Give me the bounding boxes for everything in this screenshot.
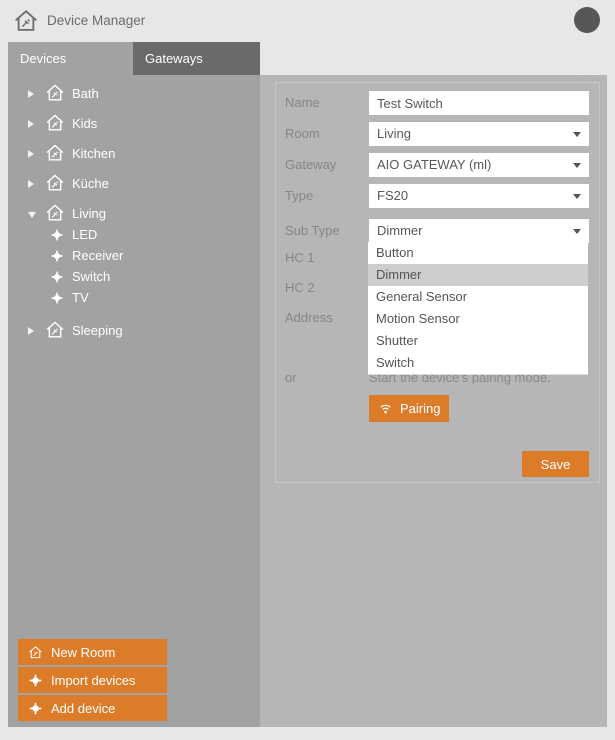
tree-room-bath[interactable]: Bath xyxy=(8,78,260,108)
name-label: Name xyxy=(285,91,320,115)
room-label: Living xyxy=(72,206,106,221)
room-icon xyxy=(45,83,65,103)
sidebar-actions: New Room Import devices Add device xyxy=(18,639,167,723)
pairing-button-label: Pairing xyxy=(400,401,440,416)
tree-device-switch[interactable]: Switch xyxy=(8,266,260,287)
or-label: or xyxy=(285,366,297,390)
gateway-select-value: AIO GATEWAY (ml) xyxy=(377,157,491,172)
subtype-row: Sub Type Dimmer xyxy=(276,219,599,243)
hc2-label: HC 2 xyxy=(285,276,315,300)
tab-devices[interactable]: Devices xyxy=(8,42,133,75)
import-devices-label: Import devices xyxy=(51,673,136,688)
gateway-select[interactable]: AIO GATEWAY (ml) xyxy=(369,153,589,177)
plug-icon xyxy=(28,673,43,688)
plug-icon xyxy=(50,228,64,242)
device-label: Receiver xyxy=(72,248,123,263)
chevron-down-icon xyxy=(573,163,581,168)
tree-device-led[interactable]: LED xyxy=(8,224,260,245)
device-manager-window: Device Manager Devices Gateways Bath Kid… xyxy=(0,0,615,740)
room-label: Kitchen xyxy=(72,146,115,161)
type-select[interactable]: FS20 xyxy=(369,184,589,208)
room-icon xyxy=(45,143,65,163)
device-label: LED xyxy=(72,227,97,242)
window-title: Device Manager xyxy=(47,0,145,42)
room-icon xyxy=(45,173,65,193)
new-room-button[interactable]: New Room xyxy=(18,639,167,665)
subtype-option-button[interactable]: Button xyxy=(368,242,588,264)
room-label: Sleeping xyxy=(72,323,123,338)
save-button[interactable]: Save xyxy=(522,451,589,477)
device-label: Switch xyxy=(72,269,110,284)
chevron-down-icon xyxy=(573,132,581,137)
room-row: Room Living xyxy=(276,122,599,146)
caret-right-icon xyxy=(28,86,38,101)
import-devices-button[interactable]: Import devices xyxy=(18,667,167,693)
tab-bar: Devices Gateways xyxy=(8,42,260,75)
living-devices: LED Receiver Switch TV xyxy=(8,224,260,308)
sidebar: Bath Kids Kitchen Küche Living xyxy=(8,75,260,727)
subtype-option-dimmer[interactable]: Dimmer xyxy=(368,264,588,286)
titlebar: Device Manager xyxy=(0,0,615,42)
room-tree: Bath Kids Kitchen Küche Living xyxy=(8,75,260,345)
caret-right-icon xyxy=(28,176,38,191)
subtype-option-switch[interactable]: Switch xyxy=(368,352,588,374)
name-row: Name xyxy=(276,91,599,115)
room-icon xyxy=(45,320,65,340)
type-row: Type FS20 xyxy=(276,184,599,208)
caret-right-icon xyxy=(28,146,38,161)
device-manager-icon xyxy=(13,8,39,34)
room-label: Room xyxy=(285,122,320,146)
plug-icon xyxy=(50,270,64,284)
room-select-value: Living xyxy=(377,126,411,141)
plug-icon xyxy=(28,701,43,716)
type-label: Type xyxy=(285,184,313,208)
new-room-label: New Room xyxy=(51,645,115,660)
device-form-area: Name Room Living Gateway AIO GATEWAY (ml… xyxy=(260,75,607,727)
device-label: TV xyxy=(72,290,89,305)
tree-room-kitchen[interactable]: Kitchen xyxy=(8,138,260,168)
subtype-option-general-sensor[interactable]: General Sensor xyxy=(368,286,588,308)
gateway-row: Gateway AIO GATEWAY (ml) xyxy=(276,153,599,177)
caret-right-icon xyxy=(28,323,38,338)
room-label: Bath xyxy=(72,86,99,101)
subtype-dropdown-list: Button Dimmer General Sensor Motion Sens… xyxy=(368,242,588,375)
add-device-button[interactable]: Add device xyxy=(18,695,167,721)
subtype-select[interactable]: Dimmer xyxy=(369,219,589,243)
pairing-button[interactable]: Pairing xyxy=(369,395,449,422)
close-button[interactable] xyxy=(574,7,600,33)
room-icon xyxy=(45,203,65,223)
type-select-value: FS20 xyxy=(377,188,408,203)
address-label: Address xyxy=(285,306,333,330)
plug-icon xyxy=(50,291,64,305)
gateway-label: Gateway xyxy=(285,153,336,177)
plug-icon xyxy=(50,249,64,263)
caret-right-icon xyxy=(28,116,38,131)
room-label: Küche xyxy=(72,176,109,191)
add-device-label: Add device xyxy=(51,701,115,716)
hc1-label: HC 1 xyxy=(285,246,315,270)
subtype-option-motion-sensor[interactable]: Motion Sensor xyxy=(368,308,588,330)
caret-down-icon xyxy=(28,206,38,221)
tree-room-sleeping[interactable]: Sleeping xyxy=(8,315,260,345)
wifi-icon xyxy=(378,401,393,416)
room-select[interactable]: Living xyxy=(369,122,589,146)
subtype-option-shutter[interactable]: Shutter xyxy=(368,330,588,352)
chevron-down-icon xyxy=(573,194,581,199)
tree-device-receiver[interactable]: Receiver xyxy=(8,245,260,266)
tree-room-kids[interactable]: Kids xyxy=(8,108,260,138)
subtype-select-value: Dimmer xyxy=(377,223,423,238)
name-input[interactable] xyxy=(369,91,589,115)
tree-room-kueche[interactable]: Küche xyxy=(8,168,260,198)
subtype-label: Sub Type xyxy=(285,219,340,243)
house-icon xyxy=(28,645,43,660)
tab-gateways[interactable]: Gateways xyxy=(133,42,260,75)
room-label: Kids xyxy=(72,116,97,131)
chevron-down-icon xyxy=(573,229,581,234)
room-icon xyxy=(45,113,65,133)
tree-device-tv[interactable]: TV xyxy=(8,287,260,308)
